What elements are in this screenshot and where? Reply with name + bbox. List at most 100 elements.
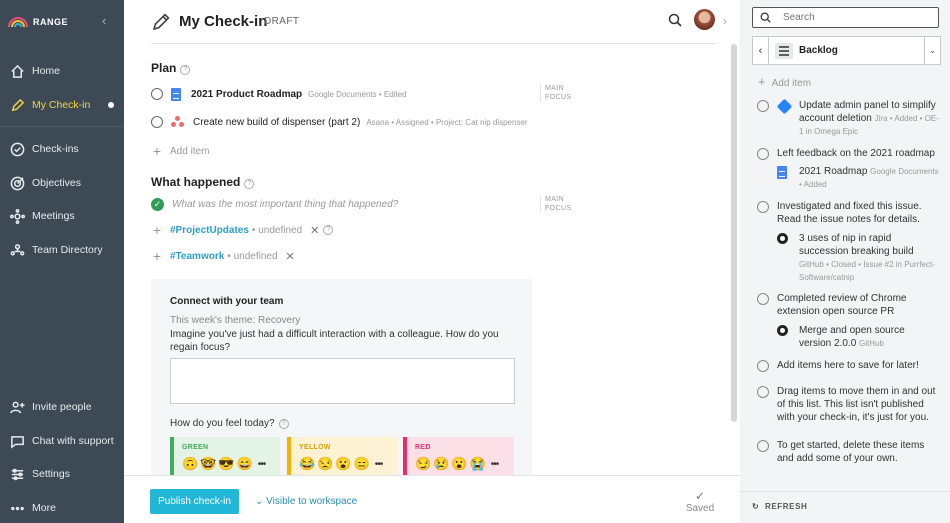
list-item-title: Add items here to save for later!	[777, 360, 919, 371]
google-doc-icon	[777, 166, 787, 179]
avatar[interactable]	[694, 9, 715, 30]
tag-label: #Teamwork	[170, 250, 225, 262]
unread-dot	[108, 102, 114, 108]
add-item-button[interactable]: + Add item	[758, 74, 811, 89]
complete-checkbox[interactable]	[151, 88, 163, 100]
plus-icon: +	[152, 143, 162, 159]
help-icon[interactable]: ?	[180, 65, 191, 75]
sidebar-item-label: My Check-in	[32, 99, 91, 111]
sidebar-item-objectives[interactable]: Objectives	[0, 169, 124, 197]
sidebar-item-more[interactable]: More	[0, 494, 124, 522]
help-icon[interactable]: ?	[278, 419, 289, 429]
main-focus-input-row[interactable]: ✓ What was the most important thing that…	[151, 195, 551, 213]
team-icon	[10, 243, 24, 255]
sidebar-item-settings[interactable]: Settings	[0, 460, 124, 488]
visibility-dropdown[interactable]: ⌄ Visible to workspace	[255, 496, 357, 507]
sidebar-item-meetings[interactable]: Meetings	[0, 202, 124, 230]
refresh-icon: ↻	[752, 502, 760, 511]
plan-item[interactable]: Create new build of dispenser (part 2) A…	[151, 113, 551, 131]
sidebar-item-check-ins[interactable]: Check-ins	[0, 135, 124, 163]
logo-text: RANGE	[33, 17, 69, 27]
sidebar-item-label: Home	[32, 65, 61, 77]
mood-emoji[interactable]: 😑	[354, 456, 370, 472]
complete-checkbox[interactable]	[151, 116, 163, 128]
complete-checkbox[interactable]	[757, 386, 769, 398]
divider	[740, 491, 950, 492]
chevron-left-icon[interactable]: ‹	[753, 37, 769, 64]
sidebar-item-label: Chat with support	[32, 435, 114, 447]
meetings-icon	[9, 208, 25, 224]
mood-emoji[interactable]: 😂	[299, 456, 315, 472]
mood-emoji[interactable]: 🤓	[200, 456, 216, 472]
connect-theme: This week's theme: Recovery	[170, 315, 301, 326]
sidebar-item-chat-with-support[interactable]: Chat with support	[0, 427, 124, 455]
attachment-title: 2021 Roadmap	[799, 166, 868, 177]
complete-checkbox[interactable]	[757, 148, 769, 160]
mood-emoji[interactable]: 😏	[415, 456, 431, 472]
complete-checkbox[interactable]	[757, 440, 769, 452]
scrollbar[interactable]	[731, 44, 737, 422]
sidebar-item-home[interactable]: Home	[0, 57, 124, 85]
collapse-sidebar-icon[interactable]: ‹	[102, 13, 106, 28]
mood-question: How do you feel today??	[170, 418, 289, 429]
mood-group-green: GREEN 🙃 🤓 😎 😄 •••	[170, 437, 280, 475]
search-icon	[760, 12, 771, 23]
plan-item-title: 2021 Product Roadmap	[191, 88, 303, 100]
list-item-title: Left feedback on the 2021 roadmap	[777, 148, 935, 159]
complete-checkbox[interactable]	[757, 100, 769, 112]
sidebar-item-invite-people[interactable]: Invite people	[0, 393, 124, 421]
close-icon[interactable]: ✕	[310, 224, 319, 237]
add-item-button[interactable]: + Add item	[151, 142, 551, 160]
backlog-panel: ‹ Backlog ⌄ + Add item Update admin panel…	[740, 0, 950, 523]
sidebar-item-my-check-in[interactable]: My Check-in	[0, 91, 124, 119]
refresh-button[interactable]: ↻ REFRESH	[752, 502, 807, 511]
plus-icon[interactable]: +	[151, 248, 163, 264]
chevron-right-icon[interactable]: ›	[723, 14, 727, 28]
tag-row[interactable]: + #ProjectUpdates • undefined ✕ ?	[151, 221, 551, 239]
search-icon[interactable]	[668, 13, 682, 27]
github-icon	[777, 233, 788, 244]
what-happened-title: What happened	[151, 175, 241, 189]
search-input[interactable]	[783, 12, 923, 23]
connect-answer-field[interactable]	[170, 358, 515, 404]
search-box[interactable]	[752, 7, 939, 28]
sidebar-item-label: Objectives	[32, 177, 82, 189]
list-selector[interactable]: ‹ Backlog ⌄	[752, 36, 941, 65]
mood-emoji[interactable]: 😮	[335, 456, 351, 472]
mood-emoji[interactable]: 😒	[317, 456, 333, 472]
what-happened-section-title: What happened?	[151, 175, 255, 189]
more-emoji-button[interactable]: •••	[375, 459, 383, 470]
publish-button[interactable]: Publish check-in	[150, 489, 239, 514]
plus-icon[interactable]: +	[151, 222, 163, 238]
sidebar-item-team-directory[interactable]: Team Directory	[0, 236, 124, 264]
mood-emoji[interactable]: 😢	[433, 456, 449, 472]
mood-emoji[interactable]: 😎	[218, 456, 234, 472]
list-name: Backlog	[799, 45, 838, 56]
complete-checkbox[interactable]	[757, 201, 769, 213]
mood-emoji[interactable]: 😮	[451, 456, 467, 472]
divider	[124, 475, 740, 476]
plan-title: Plan	[151, 61, 177, 75]
plan-item-meta: Asana • Assigned • Project: Cat nip disp…	[366, 117, 528, 127]
mood-emoji[interactable]: 🙃	[182, 456, 198, 472]
more-emoji-button[interactable]: •••	[258, 459, 266, 470]
divider	[151, 43, 716, 44]
complete-checkbox[interactable]	[757, 293, 769, 305]
chevron-down-icon[interactable]: ⌄	[924, 37, 940, 64]
help-icon[interactable]: ?	[244, 179, 255, 189]
attachment-meta: GitHub • Closed • Issue #2 in Purrfect-S…	[799, 260, 935, 282]
help-icon[interactable]: ?	[323, 225, 334, 235]
plan-item[interactable]: 2021 Product Roadmap Google Documents • …	[151, 85, 551, 103]
close-icon[interactable]: ✕	[286, 250, 295, 263]
logo[interactable]: RANGE	[8, 15, 68, 29]
tag-row[interactable]: + #Teamwork • undefined ✕	[151, 247, 551, 265]
what-happened-input[interactable]: What was the most important thing that h…	[172, 199, 398, 210]
attachment-text: 3 uses of nip in rapid succession breaki…	[799, 232, 939, 284]
list-icon	[775, 42, 793, 59]
mood-emoji[interactable]: 😄	[237, 456, 253, 472]
complete-checkbox[interactable]	[757, 360, 769, 372]
mood-emoji[interactable]: 😭	[470, 456, 486, 472]
asana-icon	[171, 116, 185, 128]
github-icon	[777, 325, 788, 336]
more-emoji-button[interactable]: •••	[491, 459, 499, 470]
